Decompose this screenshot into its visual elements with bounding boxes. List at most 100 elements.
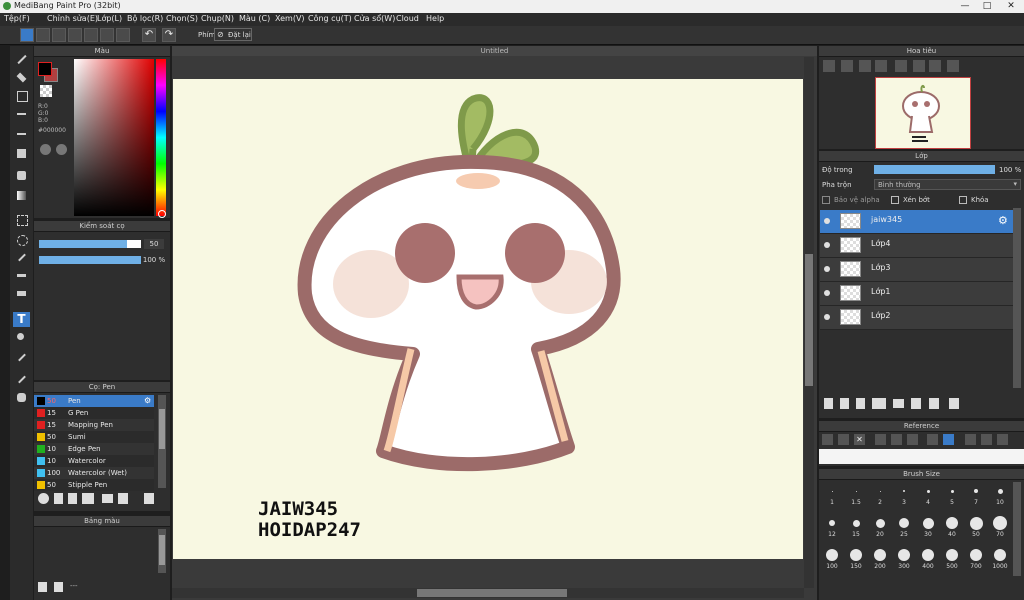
new-palette-icon[interactable] [38,582,47,592]
brush-size-option[interactable]: 3 [893,483,915,506]
brush-size-option[interactable]: 400 [917,547,939,570]
brush-size-option[interactable]: 40 [941,515,963,538]
ref-fit-icon[interactable] [891,434,902,445]
lasso-tool-icon[interactable] [13,232,30,247]
brush-list-item[interactable]: 15 Mapping Pen [34,419,154,431]
menu-help[interactable]: Help [426,14,444,23]
menu-select[interactable]: Chọn(S) [166,14,198,23]
duplicate-brush-icon[interactable] [118,493,128,504]
layer-opacity-slider[interactable] [874,165,995,174]
ref-close-icon[interactable]: ✕ [854,434,865,445]
brush-list-item[interactable]: 50 Stipple Pen [34,479,154,491]
layer-row[interactable]: Lớp4 [820,234,1013,258]
layer-row[interactable]: Lớp3 [820,258,1013,282]
pen-stroke-tool-icon[interactable] [13,106,30,121]
page-icon[interactable] [84,28,98,42]
add-layer-menu-icon[interactable] [872,398,886,409]
protect-alpha-checkbox[interactable] [822,196,830,204]
new-halftone-layer-icon[interactable] [840,398,849,409]
layer-row[interactable]: Lớp1 [820,282,1013,306]
brush-size-scrollbar[interactable] [1013,482,1021,576]
brush-size-option[interactable]: 2 [869,483,891,506]
brush-size-option[interactable]: 1000 [989,547,1011,570]
brush-size-option[interactable]: 1.5 [845,483,867,506]
hand-tool-icon[interactable] [13,390,30,405]
ref-rotate-left-icon[interactable] [965,434,976,445]
ref-open-icon[interactable] [838,434,849,445]
brush-size-option[interactable]: 5 [941,483,963,506]
menu-window[interactable]: Cửa sổ(W) [354,14,395,23]
reset-view-icon[interactable] [913,60,925,72]
palette-scrollbar[interactable] [158,529,166,573]
vertical-scroll-thumb[interactable] [805,254,813,386]
menu-capture[interactable]: Chụp(N) [201,14,234,23]
layer-folder-icon[interactable] [893,399,904,408]
maximize-button[interactable]: □ [980,1,994,12]
brush-list-item[interactable]: 10 Watercolor [34,455,154,467]
comment-icon[interactable] [52,28,66,42]
brush-size-option[interactable]: 12 [821,515,843,538]
visibility-eye-icon[interactable] [824,218,830,224]
navigator-preview[interactable] [875,77,971,149]
palette-toggle-icon[interactable] [40,144,51,155]
fit-icon[interactable] [859,60,871,72]
redo-icon[interactable]: ↷ [162,28,176,42]
menu-filter[interactable]: Bộ lọc(R) [127,14,163,23]
brush-list-item[interactable]: 15 G Pen [34,407,154,419]
zoom-in-icon[interactable] [823,60,835,72]
layer-row[interactable]: jaiw345 ⚙ [820,210,1013,234]
visibility-eye-icon[interactable] [824,266,830,272]
clipping-checkbox[interactable] [891,196,899,204]
ref-cloud-icon[interactable] [822,434,833,445]
brush-list-item[interactable]: 50 Sumi [34,431,154,443]
visibility-eye-icon[interactable] [824,290,830,296]
hue-slider[interactable] [156,59,166,216]
brush-list-item[interactable]: 10 Edge Pen [34,443,154,455]
brush-size-option[interactable]: 7 [965,483,987,506]
brush-tool-icon[interactable] [13,52,30,67]
brush-size-value[interactable]: 50 [144,239,164,249]
horizontal-scroll-thumb[interactable] [417,589,567,597]
brush-size-option[interactable]: 700 [965,547,987,570]
bucket-tool-icon[interactable] [13,168,30,183]
layer-row[interactable]: Lớp2 [820,306,1013,330]
minimize-button[interactable]: — [958,1,972,12]
window-icon[interactable] [68,28,82,42]
brush-size-option[interactable]: 50 [965,515,987,538]
brush-list-scrollbar[interactable] [158,395,166,488]
saturation-brightness-picker[interactable] [74,59,154,216]
brush-list-item[interactable]: 50 Pen ⚙ [34,395,154,407]
palette-scroll-thumb[interactable] [159,535,165,565]
text-tool-icon[interactable]: T [13,312,30,327]
brush-size-slider[interactable] [39,240,141,248]
brush-size-option[interactable]: 25 [893,515,915,538]
eraser-tool-icon[interactable] [13,70,30,85]
drawing-canvas[interactable]: JAIW345 HOIDAP247 [173,79,803,559]
rectangle-tool-icon[interactable] [13,88,30,103]
menu-view[interactable]: Xem(V) [275,14,305,23]
new-8bit-layer-icon[interactable] [856,398,865,409]
grid-icon[interactable] [100,28,114,42]
brush-settings-icon[interactable] [68,493,77,504]
visibility-eye-icon[interactable] [824,314,830,320]
operation-tool-icon[interactable] [13,330,30,345]
blend-mode-select[interactable]: Bình thường ▾ [874,179,1021,190]
delete-palette-icon[interactable] [54,582,63,592]
new-layer-icon[interactable] [824,398,833,409]
ref-reset-icon[interactable] [981,434,992,445]
select-tool-icon[interactable] [13,212,30,227]
lock-checkbox[interactable] [959,196,967,204]
merge-layer-icon[interactable] [929,398,939,409]
add-brush-icon[interactable] [82,493,94,504]
brush-list-scroll-thumb[interactable] [159,409,165,449]
brush-size-option[interactable]: 500 [941,547,963,570]
menu-file[interactable]: Tệp(F) [4,14,30,23]
zoom-icon[interactable] [841,60,853,72]
folder-icon[interactable] [102,494,113,503]
brush-size-option[interactable]: 20 [869,515,891,538]
hue-handle[interactable] [158,210,166,218]
layer-settings-gear-icon[interactable]: ⚙ [998,214,1008,227]
rotate-left-icon[interactable] [895,60,907,72]
brush-size-option[interactable]: 15 [845,515,867,538]
brush-size-option[interactable]: 300 [893,547,915,570]
